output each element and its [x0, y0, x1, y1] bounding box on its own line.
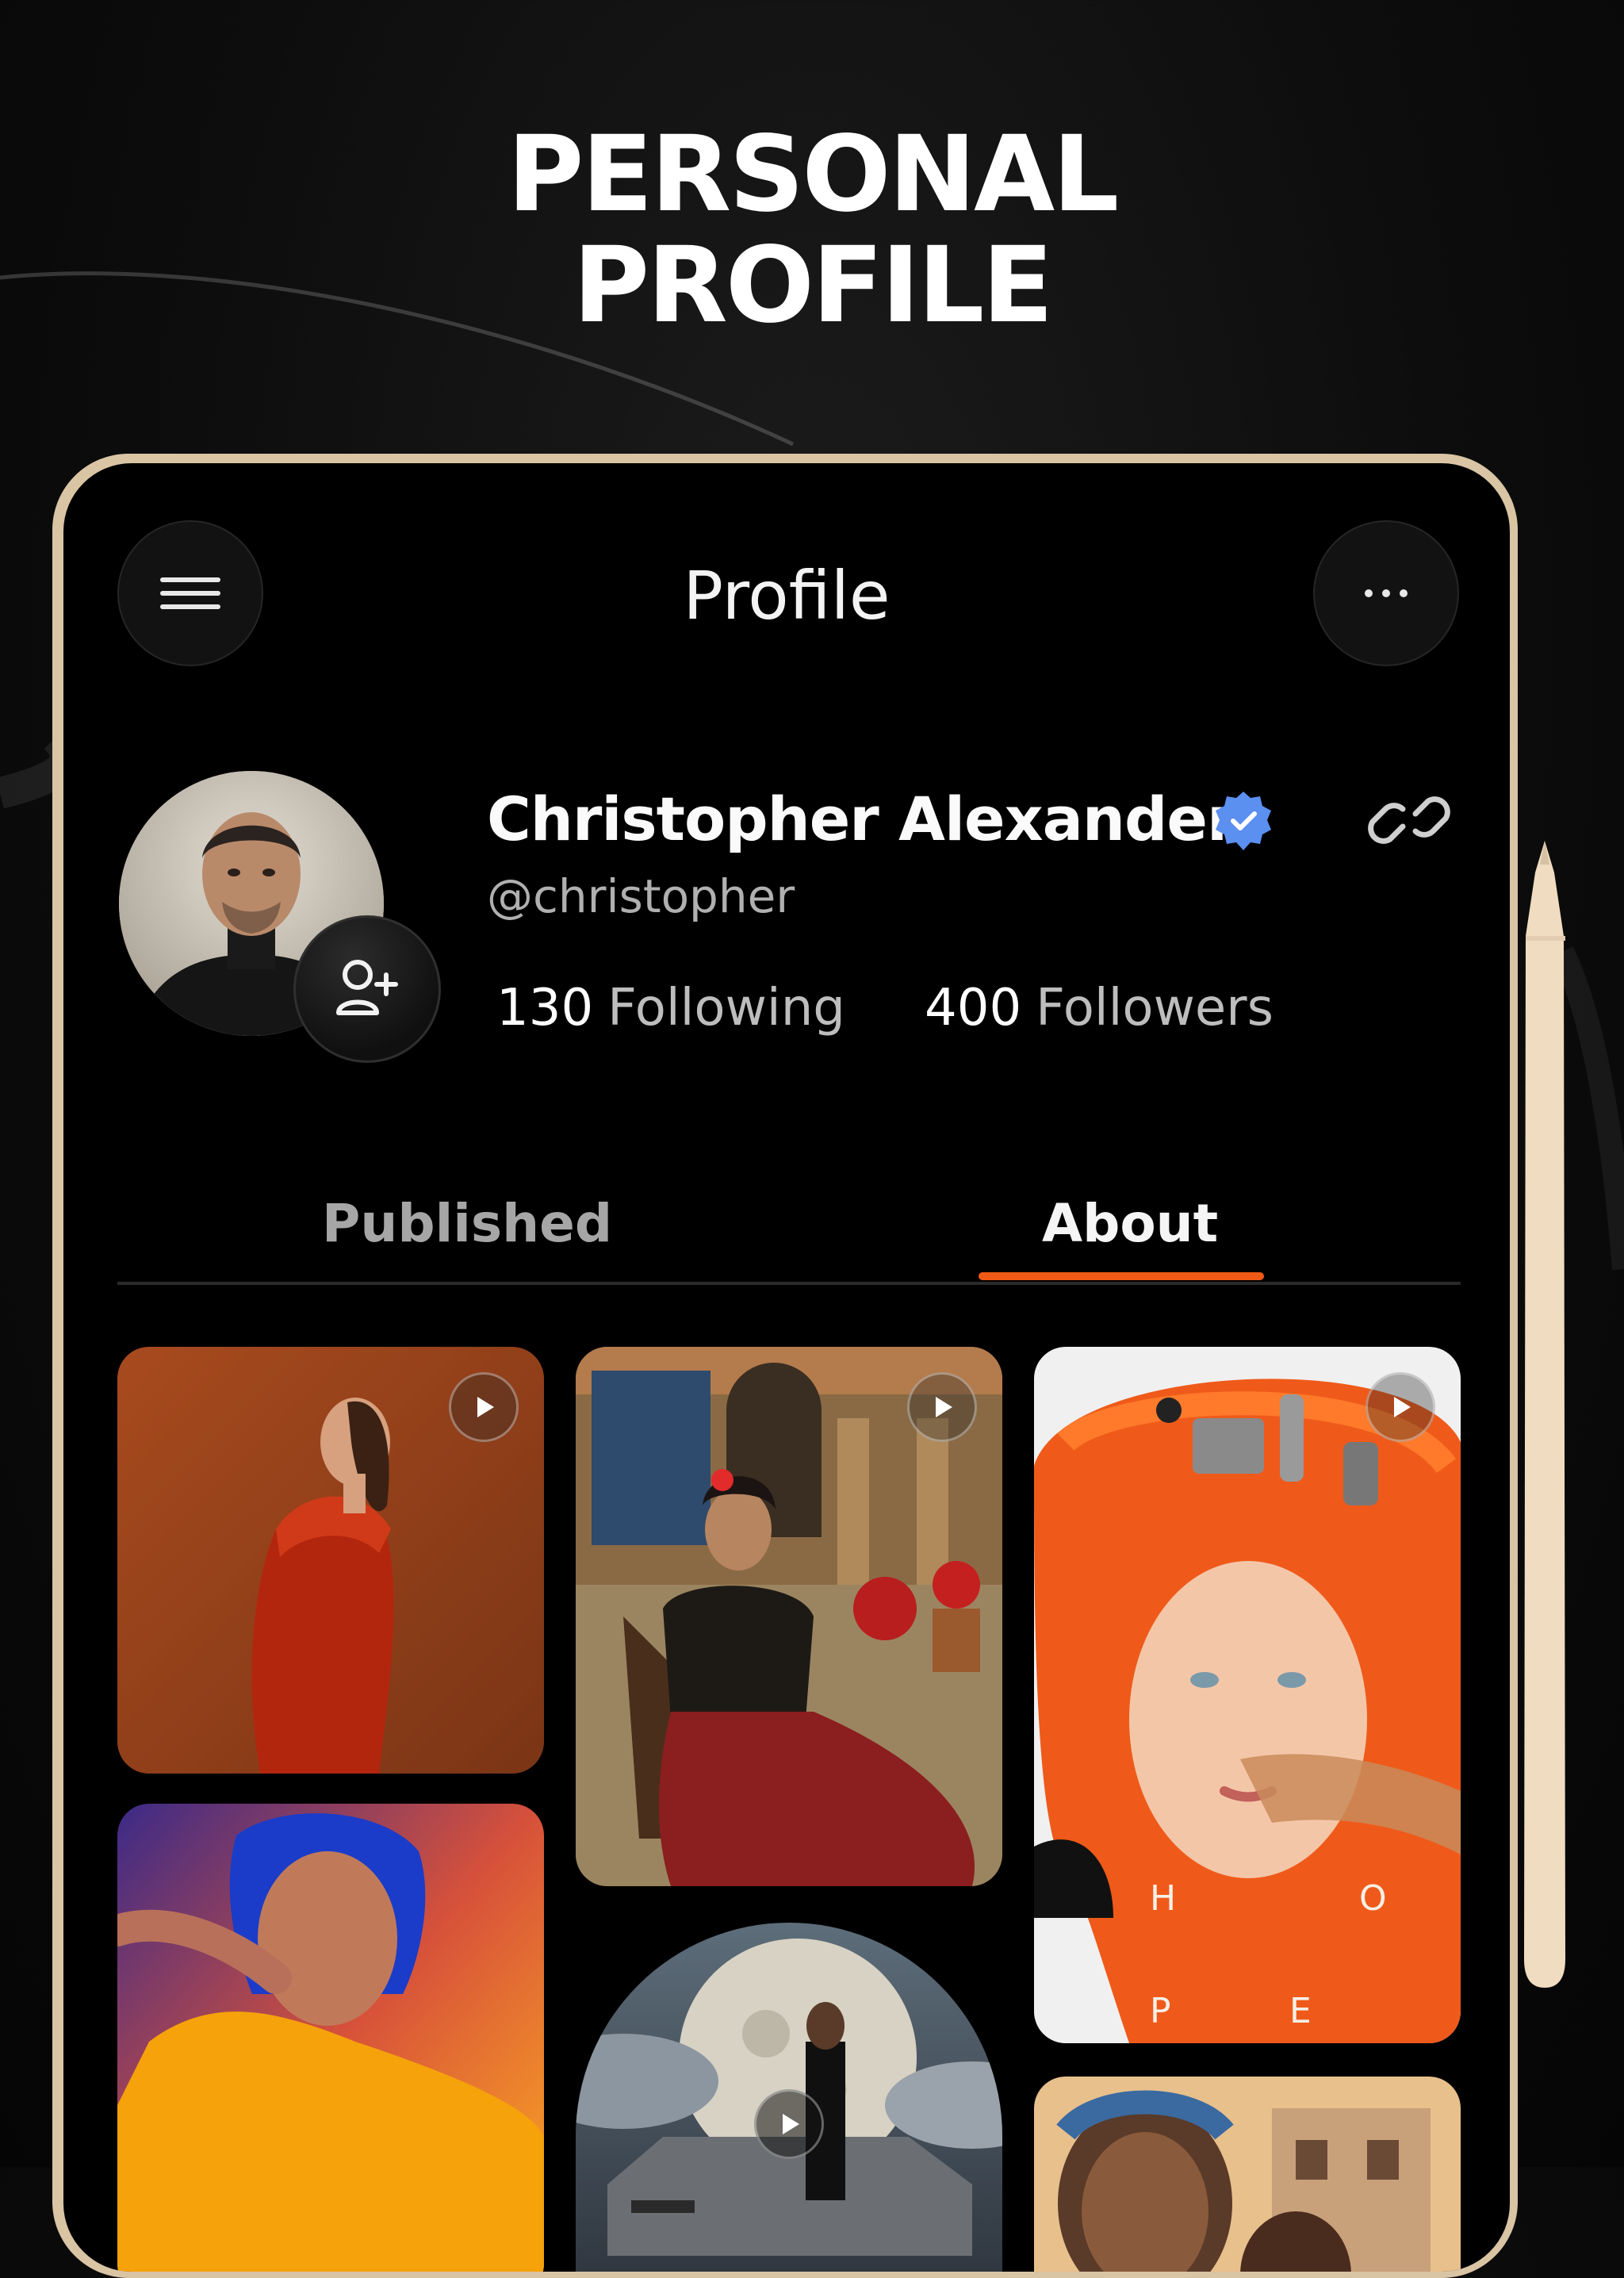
verified-badge-icon: [1216, 792, 1271, 850]
tab-about[interactable]: About: [1042, 1193, 1218, 1254]
profile-handle: @christopher: [487, 869, 795, 923]
artwork-letter: P: [1150, 1991, 1171, 2031]
following-label: Following: [607, 979, 845, 1037]
gallery-card[interactable]: H O P E: [1034, 1347, 1461, 2043]
profile-name: Christopher Alexander: [487, 784, 1236, 854]
following-count: 130: [496, 979, 594, 1037]
play-icon: [936, 1397, 952, 1417]
headline-line-2: PROFILE: [573, 224, 1053, 347]
stylus-pencil: [1524, 841, 1565, 1988]
artwork-letter: H: [1150, 1878, 1177, 1919]
followers-stat[interactable]: 400 Followers: [925, 979, 1274, 1037]
play-button[interactable]: [449, 1372, 519, 1442]
gallery-card[interactable]: [117, 1804, 544, 2272]
headline-line-1: PERSONAL: [507, 113, 1120, 236]
tab-divider: [117, 1282, 1461, 1285]
play-icon: [1394, 1397, 1411, 1417]
play-icon: [783, 2114, 799, 2134]
active-tab-indicator: [979, 1272, 1264, 1280]
more-horizontal-icon: [1365, 589, 1408, 597]
page-title: Profile: [683, 557, 891, 635]
gallery-card[interactable]: [576, 1923, 1002, 2272]
gallery-card[interactable]: [117, 1347, 544, 1774]
more-button[interactable]: [1313, 520, 1459, 666]
app-screen: Profile Christopher Alexander @christoph…: [63, 463, 1510, 2272]
add-friend-button[interactable]: [293, 915, 441, 1063]
headline: PERSONAL PROFILE: [0, 119, 1624, 341]
play-button[interactable]: [907, 1372, 977, 1442]
gallery-card[interactable]: [576, 1347, 1002, 1886]
gallery-card[interactable]: [1034, 2077, 1461, 2272]
artwork-letter: O: [1359, 1878, 1387, 1919]
artwork-hope-orange-hood: [1034, 1347, 1461, 2043]
play-button[interactable]: [1365, 1372, 1435, 1442]
followers-count: 400: [925, 979, 1022, 1037]
add-user-icon: [336, 960, 398, 1015]
following-stat[interactable]: 130 Following: [496, 979, 845, 1037]
tab-published[interactable]: Published: [322, 1193, 612, 1254]
play-button[interactable]: [754, 2089, 824, 2159]
play-icon: [477, 1397, 494, 1417]
artwork-letter: E: [1289, 1991, 1312, 2031]
artwork-street-scene: [1034, 2077, 1461, 2272]
followers-label: Followers: [1036, 979, 1274, 1037]
link-icon[interactable]: [1368, 779, 1450, 861]
artwork-blue-hair: [117, 1804, 544, 2272]
